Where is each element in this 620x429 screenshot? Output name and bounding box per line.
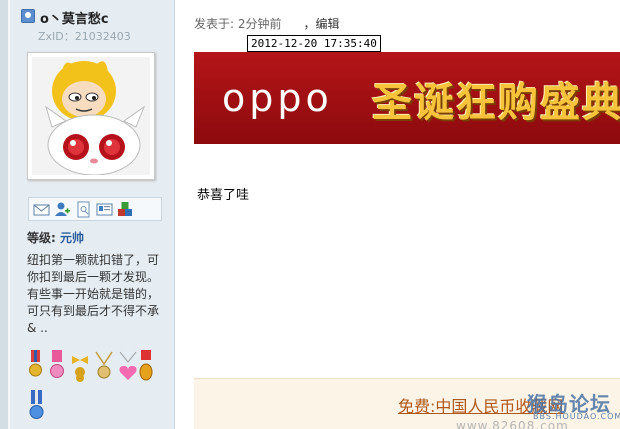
medal-ribbon-2 [50, 350, 64, 378]
edit-link[interactable]: ，编辑 [304, 17, 340, 31]
post-meta: 发表于: 2分钟前 ，编辑 [194, 15, 340, 32]
user-action-bar [28, 197, 162, 221]
add-friend-icon[interactable] [54, 201, 71, 218]
medal-ribbon-1 [29, 350, 42, 377]
sidebar-edge [0, 0, 8, 429]
post-time-tooltip: 2012-12-20 17:35:40 [247, 35, 381, 52]
username[interactable]: o丶莫言愁c [22, 8, 109, 27]
medal-necklace [95, 351, 113, 379]
medal-heart [119, 351, 137, 380]
user-signature: 纽扣第一颗就扣错了，可你扣到最后一颗才发现。 有些事一开始就是错的，可只有到最后… [27, 253, 160, 335]
banner-brand: oppo [222, 76, 333, 120]
user-sidebar: o丶莫言愁c ZxID：21032403 等级: 元帅 纽扣第一颗就扣错了，可你… [0, 0, 175, 429]
medal-ribbon-3 [29, 390, 44, 419]
banner-promo-text: 圣诞狂购盛典 [372, 79, 620, 126]
watermark-logo: 猴岛论坛 BBS.HOUDAO.COM [527, 388, 620, 421]
medal-bow [72, 356, 88, 382]
post-body: 恭喜了哇 [197, 188, 250, 203]
level-label: 等级: [27, 231, 56, 245]
mail-icon[interactable] [33, 201, 50, 218]
watermark-sub: BBS.HOUDAO.COM [533, 412, 620, 421]
signature-banner[interactable]: oppo 圣诞狂购盛典 [194, 52, 620, 144]
avatar-image [32, 57, 150, 175]
medal-trophy [139, 350, 153, 381]
blocks-icon[interactable] [117, 201, 134, 218]
medal-list [28, 350, 168, 428]
level-value: 元帅 [60, 231, 85, 245]
user-level: 等级: 元帅 [27, 229, 84, 246]
avatar[interactable] [27, 52, 155, 180]
medals-icon [29, 350, 153, 419]
profile-icon[interactable] [75, 201, 92, 218]
card-icon[interactable] [96, 201, 113, 218]
post-time[interactable]: 发表于: 2分钟前 [194, 17, 282, 31]
user-zxid: ZxID：21032403 [38, 30, 131, 43]
avatar-cartoon-icon [45, 61, 146, 175]
sidebar-edge-highlight [8, 0, 10, 429]
